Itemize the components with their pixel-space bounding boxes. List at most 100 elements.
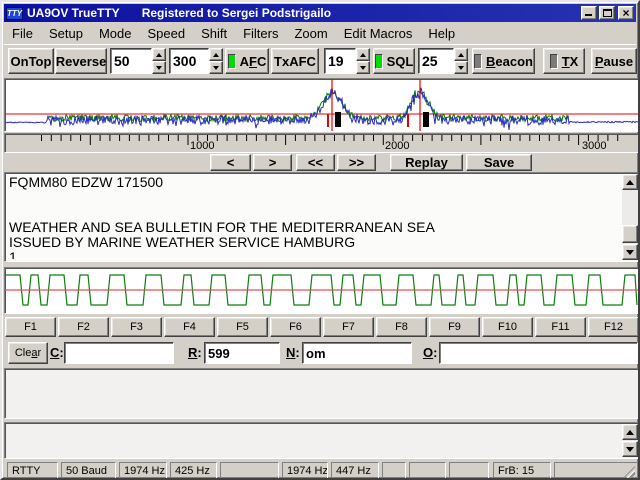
menu-item-mode[interactable]: Mode xyxy=(91,24,140,43)
save-button[interactable]: Save xyxy=(466,154,532,171)
fkey-button-f6[interactable]: F6 xyxy=(270,317,321,337)
tx-scroll-down-button[interactable] xyxy=(622,441,638,457)
menu-item-help[interactable]: Help xyxy=(420,24,463,43)
n-field-label: N: xyxy=(286,345,300,360)
tx-buffer-area[interactable] xyxy=(4,422,640,459)
fkey-button-f9[interactable]: F9 xyxy=(429,317,480,337)
o-field-input[interactable] xyxy=(439,342,638,364)
fkey-button-f4[interactable]: F4 xyxy=(164,317,215,337)
step-right-button[interactable]: > xyxy=(253,154,292,171)
reverse-button[interactable]: Reverse xyxy=(55,48,107,74)
step-left-button[interactable]: < xyxy=(210,154,251,171)
tx-led xyxy=(550,54,558,69)
tx-scroll-up-button[interactable] xyxy=(622,424,638,440)
replay-button[interactable]: Replay xyxy=(390,154,463,171)
up-arrow-icon xyxy=(626,430,634,435)
close-icon: × xyxy=(619,6,633,20)
shift-spin-down-button[interactable] xyxy=(209,61,223,74)
down-arrow-icon xyxy=(156,66,162,70)
tx-scrollbar[interactable] xyxy=(622,424,638,457)
ontop-button[interactable]: OnTop xyxy=(8,48,54,74)
ruler-label-1000: 1000 xyxy=(190,140,214,152)
rx-scroll-up-button[interactable] xyxy=(622,174,638,190)
rx-scrollbar[interactable] xyxy=(622,174,638,260)
txafc-button[interactable]: TxAFC xyxy=(271,48,319,74)
afc-label: AFC xyxy=(240,54,267,69)
space-filter-marker xyxy=(423,112,429,127)
fkey-button-f11[interactable]: F11 xyxy=(535,317,586,337)
close-button[interactable]: × xyxy=(618,6,634,20)
n-field-input[interactable] xyxy=(302,342,412,364)
minimize-icon xyxy=(585,14,592,16)
down-arrow-icon xyxy=(458,66,464,70)
fkey-button-f3[interactable]: F3 xyxy=(111,317,162,337)
ruler-label-3000: 3000 xyxy=(582,140,606,152)
squelch-spin-up-button[interactable] xyxy=(356,48,370,61)
beacon-spin-down-button[interactable] xyxy=(454,61,468,74)
speed-spin-down-button[interactable] xyxy=(152,61,166,74)
toolbar: OnTop Reverse AFC TxAFC SQL xyxy=(4,44,636,76)
tx-button[interactable]: TX xyxy=(543,48,585,74)
fkey-row: F1 F2 F3 F4 F5 F6 F7 F8 F9 F10 F11 F12 xyxy=(5,317,639,337)
maximize-button[interactable] xyxy=(599,6,615,20)
ruler-ticks xyxy=(5,134,639,152)
spectrum-plot xyxy=(5,79,639,131)
status-panel-tx-shift: 447 Hz xyxy=(331,462,379,479)
down-arrow-icon xyxy=(626,447,634,452)
minimize-button[interactable] xyxy=(581,6,597,20)
status-panel-blank-3 xyxy=(409,462,446,479)
rx-line: ISSUED BY MARINE WEATHER SERVICE HAMBURG xyxy=(9,235,619,250)
pause-button[interactable]: Pause xyxy=(591,48,637,74)
shift-spin-up-button[interactable] xyxy=(209,48,223,61)
rx-scroll-thumb[interactable] xyxy=(622,225,638,243)
squelch-input[interactable] xyxy=(324,48,356,74)
status-panel-tx-freq: 1974 Hz xyxy=(282,462,328,479)
r-field-input[interactable] xyxy=(204,342,280,364)
menubar: File Setup Mode Speed Shift Filters Zoom… xyxy=(4,23,636,43)
ruler-label-2000: 2000 xyxy=(385,140,409,152)
spectrum-display[interactable] xyxy=(4,78,640,132)
afc-button[interactable]: AFC xyxy=(225,48,269,74)
rx-text: FQMM80 EDZW 171500 WEATHER AND SEA BULLE… xyxy=(9,175,619,259)
shift-input[interactable] xyxy=(169,48,209,74)
jump-left-button[interactable]: << xyxy=(296,154,335,171)
menu-item-shift[interactable]: Shift xyxy=(193,24,235,43)
titlebar[interactable]: TTY UA9OV TrueTTY Registered to Sergei P… xyxy=(4,4,636,22)
tx-entry-area[interactable] xyxy=(4,368,640,419)
jump-right-button[interactable]: >> xyxy=(337,154,376,171)
squelch-spin-down-button[interactable] xyxy=(356,61,370,74)
menu-item-speed[interactable]: Speed xyxy=(139,24,193,43)
menu-item-zoom[interactable]: Zoom xyxy=(286,24,335,43)
speed-input[interactable] xyxy=(110,48,152,74)
beacon-label: Beacon xyxy=(486,54,533,69)
fkey-button-f7[interactable]: F7 xyxy=(323,317,374,337)
beacon-button[interactable]: Beacon xyxy=(472,48,535,74)
menu-item-edit-macros[interactable]: Edit Macros xyxy=(336,24,421,43)
fkey-button-f8[interactable]: F8 xyxy=(376,317,427,337)
menu-item-file[interactable]: File xyxy=(4,24,41,43)
beacon-spin-up-button[interactable] xyxy=(454,48,468,61)
c-field-input[interactable] xyxy=(64,342,174,364)
rx-line: 1 xyxy=(9,250,619,259)
rx-scroll-down-button[interactable] xyxy=(622,244,638,260)
statusbar: RTTY 50 Baud 1974 Hz 425 Hz 1974 Hz 447 … xyxy=(4,461,636,480)
fkey-button-f1[interactable]: F1 xyxy=(5,317,56,337)
sql-led xyxy=(375,54,383,69)
status-panel-mode: RTTY xyxy=(7,462,58,479)
space-edge-marker xyxy=(407,114,409,127)
shift-spinner xyxy=(209,48,223,74)
menu-item-setup[interactable]: Setup xyxy=(41,24,91,43)
fkey-button-f5[interactable]: F5 xyxy=(217,317,268,337)
tx-label: TX xyxy=(562,54,579,69)
beacon-interval-input[interactable] xyxy=(418,48,454,74)
sql-button[interactable]: SQL xyxy=(373,48,415,74)
app-icon[interactable]: TTY xyxy=(6,7,23,20)
fkey-button-f12[interactable]: F12 xyxy=(588,317,639,337)
rx-text-area[interactable]: FQMM80 EDZW 171500 WEATHER AND SEA BULLE… xyxy=(4,172,640,262)
registered-text: Registered to Sergei Podstrigailo xyxy=(142,6,579,20)
fkey-button-f2[interactable]: F2 xyxy=(58,317,109,337)
fkey-button-f10[interactable]: F10 xyxy=(482,317,533,337)
speed-spin-up-button[interactable] xyxy=(152,48,166,61)
menu-item-filters[interactable]: Filters xyxy=(235,24,286,43)
clear-button[interactable]: Clear xyxy=(8,342,48,364)
